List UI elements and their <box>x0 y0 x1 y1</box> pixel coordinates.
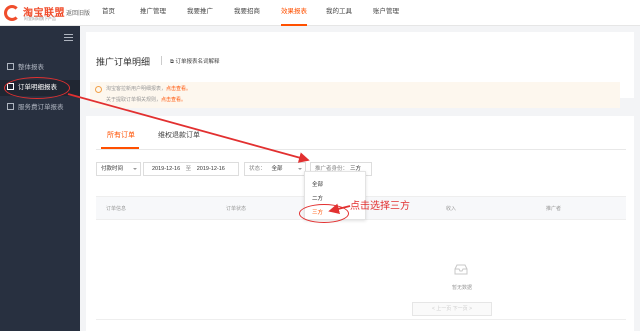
chevron-down-icon <box>133 168 137 170</box>
pagination[interactable]: < 上一页 下一页 > <box>412 302 492 316</box>
table-body: 暂无数据 <box>96 220 626 320</box>
logo-subtitle: 阿里妈妈旗下产品 <box>24 16 56 21</box>
status-value: 全部 <box>271 166 283 172</box>
nav-promote[interactable]: 我要推广 <box>187 0 213 26</box>
highlight-ellipse-sidebar <box>4 77 70 99</box>
main-nav: 首页 推广管理 我要推广 我要招商 效果报表 我的工具 账户管理 <box>92 0 399 26</box>
sidebar-item-service-fee-report[interactable]: 服务费订单报表 <box>0 100 80 116</box>
notice-text: 淘宝客拉新用户明细报表， <box>106 86 167 92</box>
content-panel: 所有订单 维权退款订单 付款时间 2019-12-16 至 2019-12-16… <box>86 116 634 331</box>
sidebar-item-overall-report[interactable]: 整体报表 <box>0 60 80 76</box>
notice-link[interactable]: 点击查看。 <box>161 97 186 103</box>
highlight-ellipse-option <box>299 204 349 223</box>
column-header-income: 收入 <box>446 206 457 212</box>
nav-home[interactable]: 首页 <box>102 0 115 26</box>
empty-state-text: 暂无数据 <box>452 285 473 291</box>
chevron-down-icon <box>298 168 302 170</box>
info-icon <box>95 86 102 93</box>
back-to-old-version-link[interactable]: 返回旧版 <box>66 8 90 17</box>
column-header-order-info: 订单信息 <box>106 206 127 212</box>
terms-explanation-label: 订单报表名词解释 <box>175 59 220 65</box>
notice-line: 关于提取订单相关规则，点击查看。 <box>106 96 186 103</box>
nav-account-management[interactable]: 账户管理 <box>373 0 399 26</box>
tab-refund-orders[interactable]: 维权退款订单 <box>158 130 200 140</box>
logo-mark-icon <box>4 5 20 21</box>
page-title: 推广订单明细 <box>96 57 151 67</box>
service-icon <box>7 103 14 110</box>
nav-recruit[interactable]: 我要招商 <box>234 0 260 26</box>
date-separator: 至 <box>185 166 192 172</box>
dropdown-option-second-party[interactable]: 二方 <box>312 194 323 202</box>
status-label: 状态： <box>249 166 266 172</box>
title-divider <box>161 56 162 65</box>
status-select[interactable]: 状态： 全部 <box>244 162 306 176</box>
nav-performance-reports[interactable]: 效果报表 <box>281 0 307 26</box>
column-header-promoter: 推广者 <box>546 206 562 212</box>
nav-promotion-management[interactable]: 推广管理 <box>140 0 166 26</box>
tab-all-orders[interactable]: 所有订单 <box>107 130 135 140</box>
sidebar-item-label: 服务费订单报表 <box>18 104 64 111</box>
tab-divider <box>96 149 626 150</box>
report-icon <box>7 63 14 70</box>
time-type-value: 付款时间 <box>101 166 124 172</box>
nav-my-tools[interactable]: 我的工具 <box>326 0 352 26</box>
notice-box: 淘宝客拉新用户明细报表，点击查看。 关于提取订单相关规则，点击查看。 <box>90 82 620 108</box>
sidebar-item-label: 整体报表 <box>18 64 44 71</box>
terms-explanation-link[interactable]: ⧉ 订单报表名词解释 <box>170 57 219 66</box>
time-type-select[interactable]: 付款时间 <box>96 162 141 176</box>
menu-toggle-icon[interactable] <box>64 34 73 41</box>
notice-line: 淘宝客拉新用户明细报表，点击查看。 <box>106 85 191 92</box>
date-range-picker[interactable]: 2019-12-16 至 2019-12-16 <box>143 162 239 176</box>
annotation-label: 点击选择三方 <box>350 201 410 212</box>
top-navigation-bar: 淘宝联盟 阿里妈妈旗下产品 返回旧版 首页 推广管理 我要推广 我要招商 效果报… <box>0 0 640 26</box>
notice-text: 关于提取订单相关规则， <box>106 97 162 103</box>
dropdown-option-all[interactable]: 全部 <box>312 180 323 188</box>
date-from: 2019-12-16 <box>152 166 181 172</box>
date-to: 2019-12-16 <box>196 166 225 172</box>
column-header-order-status: 订单状态 <box>226 206 247 212</box>
notice-link[interactable]: 点击查看。 <box>166 86 191 92</box>
sidebar: 整体报表 订单明细报表 服务费订单报表 <box>0 26 80 331</box>
empty-inbox-icon <box>454 264 468 275</box>
